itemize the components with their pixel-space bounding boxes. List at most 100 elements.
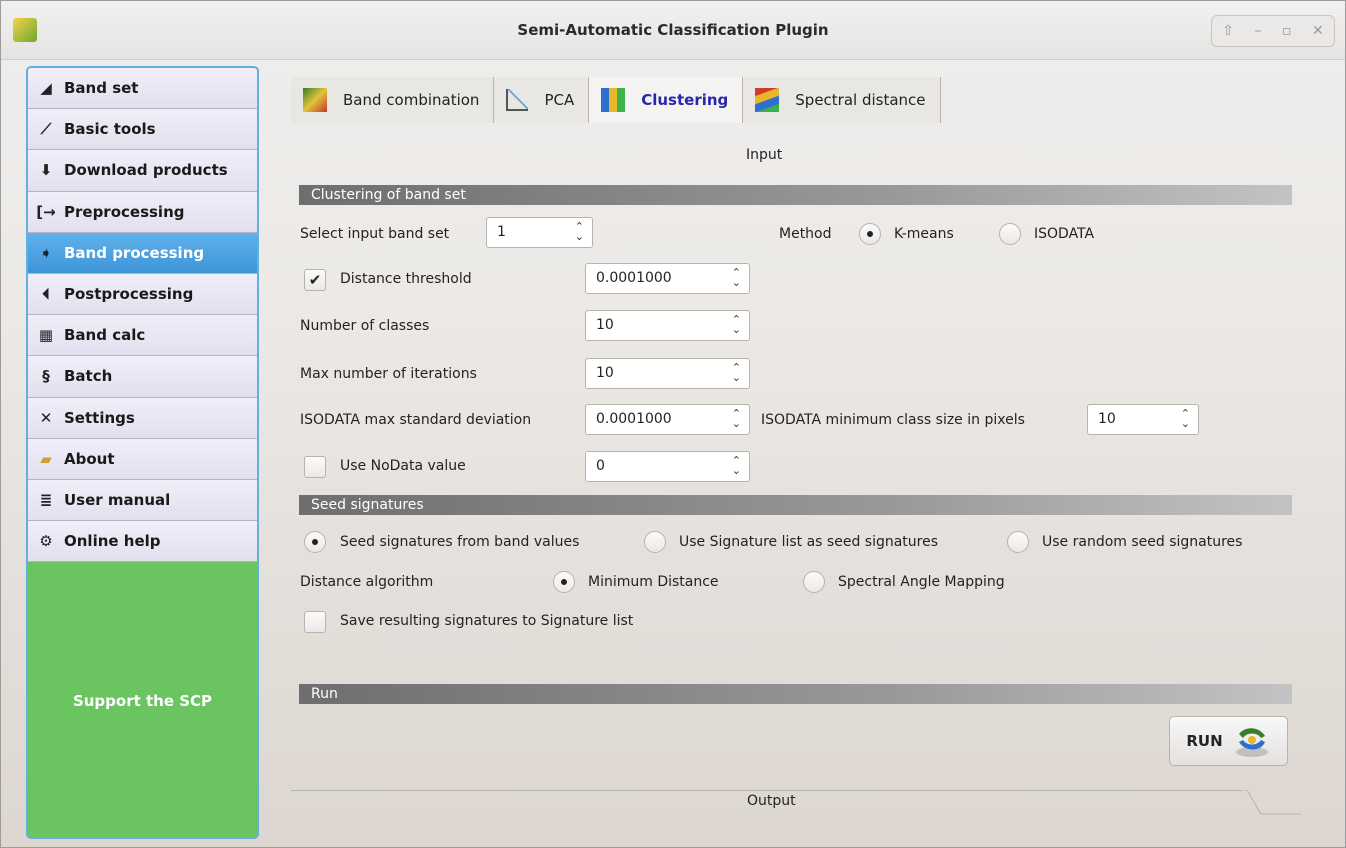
save-signatures-checkbox[interactable]	[304, 611, 326, 633]
online-help-icon: ⚙	[39, 532, 53, 551]
tab-clustering[interactable]: Clustering	[589, 77, 744, 123]
tab-label: PCA	[544, 91, 575, 109]
sidebar-item-about[interactable]: ▰ About	[28, 438, 257, 480]
sam-radio[interactable]	[803, 571, 825, 593]
nodata-checkbox[interactable]	[304, 456, 326, 478]
isodata-min-size-spinbox[interactable]: 10 ⌃ ⌄	[1087, 404, 1199, 435]
sidebar-item-label: Band set	[64, 79, 139, 98]
sam-label[interactable]: Spectral Angle Mapping	[838, 574, 1005, 590]
run-button[interactable]: RUN	[1169, 716, 1288, 766]
sidebar-item-settings[interactable]: ✕ Settings	[28, 397, 257, 439]
tab-label: Clustering	[641, 91, 729, 109]
seed-band-values-radio[interactable]	[304, 531, 326, 553]
distance-threshold-checkbox[interactable]: ✔	[304, 269, 326, 291]
band-set-value: 1	[497, 224, 506, 240]
sidebar-item-label: Postprocessing	[64, 285, 194, 304]
isodata-std-spinbox[interactable]: 0.0001000 ⌃ ⌄	[585, 404, 750, 435]
radio-dot	[867, 231, 873, 237]
title-bar: Semi-Automatic Classification Plugin ⇧ –…	[1, 1, 1345, 60]
band-set-icon: ◢	[40, 79, 52, 98]
distance-threshold-spinbox[interactable]: 0.0001000 ⌃ ⌄	[585, 263, 750, 294]
sidebar-item-user-manual[interactable]: ≣ User manual	[28, 479, 257, 522]
nodata-spinbox[interactable]: 0 ⌃ ⌄	[585, 451, 750, 482]
band-set-spinbox[interactable]: 1 ⌃ ⌄	[486, 217, 593, 248]
sidebar-item-label: Batch	[64, 367, 113, 386]
sidebar-item-preprocessing[interactable]: [→ Preprocessing	[28, 191, 257, 233]
select-band-set-label: Select input band set	[300, 226, 450, 242]
band-combination-icon	[303, 88, 327, 112]
seed-random-label[interactable]: Use random seed signatures	[1042, 534, 1242, 550]
tab-spectral-distance[interactable]: Spectral distance	[743, 77, 941, 123]
support-scp-button[interactable]: Support the SCP	[28, 564, 257, 837]
isodata-label[interactable]: ISODATA	[1034, 226, 1094, 242]
spin-arrows-icon[interactable]: ⌃ ⌄	[575, 221, 584, 242]
sidebar-item-label: Band calc	[64, 326, 146, 345]
min-distance-label[interactable]: Minimum Distance	[588, 574, 719, 590]
sidebar: ◢ Band set ⟋ Basic tools ⬇ Download prod…	[26, 66, 259, 839]
settings-icon: ✕	[39, 408, 53, 427]
spin-arrows-icon[interactable]: ⌃ ⌄	[1181, 408, 1190, 429]
band-calc-icon: ▦	[38, 326, 54, 345]
seed-signatures-section-header: Seed signatures	[299, 495, 1292, 515]
kmeans-radio[interactable]	[859, 223, 881, 245]
spin-arrows-icon[interactable]: ⌃ ⌄	[732, 455, 741, 476]
sidebar-item-label: Preprocessing	[64, 202, 185, 221]
save-signatures-label: Save resulting signatures to Signature l…	[340, 613, 634, 629]
window-title: Semi-Automatic Classification Plugin	[517, 21, 829, 39]
close-icon[interactable]: ✕	[1312, 23, 1324, 39]
seed-signature-list-radio[interactable]	[644, 531, 666, 553]
radio-dot	[561, 579, 567, 585]
sidebar-item-postprocessing[interactable]: ⏴ Postprocessing	[28, 273, 257, 316]
num-classes-spinbox[interactable]: 10 ⌃ ⌄	[585, 310, 750, 341]
sidebar-item-label: Band processing	[64, 243, 205, 262]
sidebar-item-online-help[interactable]: ⚙ Online help	[28, 521, 257, 563]
num-classes-label: Number of classes	[300, 318, 430, 334]
sidebar-item-band-set[interactable]: ◢ Band set	[28, 68, 257, 110]
sidebar-item-download-products[interactable]: ⬇ Download products	[28, 150, 257, 192]
sidebar-item-label: Settings	[64, 408, 135, 427]
tab-label: Band combination	[343, 91, 480, 109]
sidebar-item-batch[interactable]: § Batch	[28, 356, 257, 398]
basic-tools-icon: ⟋	[40, 120, 52, 139]
sidebar-item-label: Online help	[64, 532, 161, 551]
tab-pca[interactable]: PCA	[494, 77, 590, 123]
clustering-section-header: Clustering of band set	[299, 185, 1292, 205]
minimize-icon[interactable]: –	[1254, 23, 1261, 39]
output-tab-corner	[1239, 790, 1301, 815]
run-button-label: RUN	[1186, 732, 1223, 750]
seed-random-radio[interactable]	[1007, 531, 1029, 553]
output-label: Output	[747, 793, 796, 809]
spin-arrows-icon[interactable]: ⌃ ⌄	[732, 267, 741, 288]
sidebar-item-basic-tools[interactable]: ⟋ Basic tools	[28, 109, 257, 151]
keep-above-icon[interactable]: ⇧	[1222, 23, 1234, 39]
tab-label: Spectral distance	[795, 91, 926, 109]
tab-band-combination[interactable]: Band combination	[291, 77, 495, 123]
checkmark-icon: ✔	[308, 271, 322, 289]
isodata-std-label: ISODATA max standard deviation	[300, 412, 532, 428]
distance-threshold-value: 0.0001000	[596, 270, 672, 286]
isodata-min-size-value: 10	[1098, 411, 1116, 427]
max-iterations-spinbox[interactable]: 10 ⌃ ⌄	[585, 358, 750, 389]
tab-bar: Band combination PCA Clustering Spectral…	[291, 77, 941, 125]
spectral-distance-icon	[755, 88, 780, 112]
radio-dot	[312, 539, 318, 545]
seed-band-values-label[interactable]: Seed signatures from band values	[340, 534, 579, 550]
maximize-icon[interactable]: ▫	[1282, 23, 1292, 39]
seed-signature-list-label[interactable]: Use Signature list as seed signatures	[679, 534, 938, 550]
band-processing-icon: ➧	[39, 243, 53, 262]
kmeans-label[interactable]: K-means	[894, 226, 954, 242]
window-controls: ⇧ – ▫ ✕	[1211, 15, 1335, 47]
spin-arrows-icon[interactable]: ⌃ ⌄	[732, 362, 741, 383]
max-iterations-value: 10	[596, 365, 614, 381]
run-section-header: Run	[299, 684, 1292, 704]
sidebar-item-band-processing[interactable]: ➧ Band processing	[28, 232, 257, 274]
min-distance-radio[interactable]	[553, 571, 575, 593]
nodata-value: 0	[596, 458, 605, 474]
sidebar-item-band-calc[interactable]: ▦ Band calc	[28, 315, 257, 357]
batch-icon: §	[42, 367, 50, 386]
spin-arrows-icon[interactable]: ⌃ ⌄	[732, 408, 741, 429]
preprocessing-icon: [→	[36, 202, 56, 221]
spin-arrows-icon[interactable]: ⌃ ⌄	[732, 314, 741, 335]
postprocessing-icon: ⏴	[42, 285, 50, 304]
isodata-radio[interactable]	[999, 223, 1021, 245]
